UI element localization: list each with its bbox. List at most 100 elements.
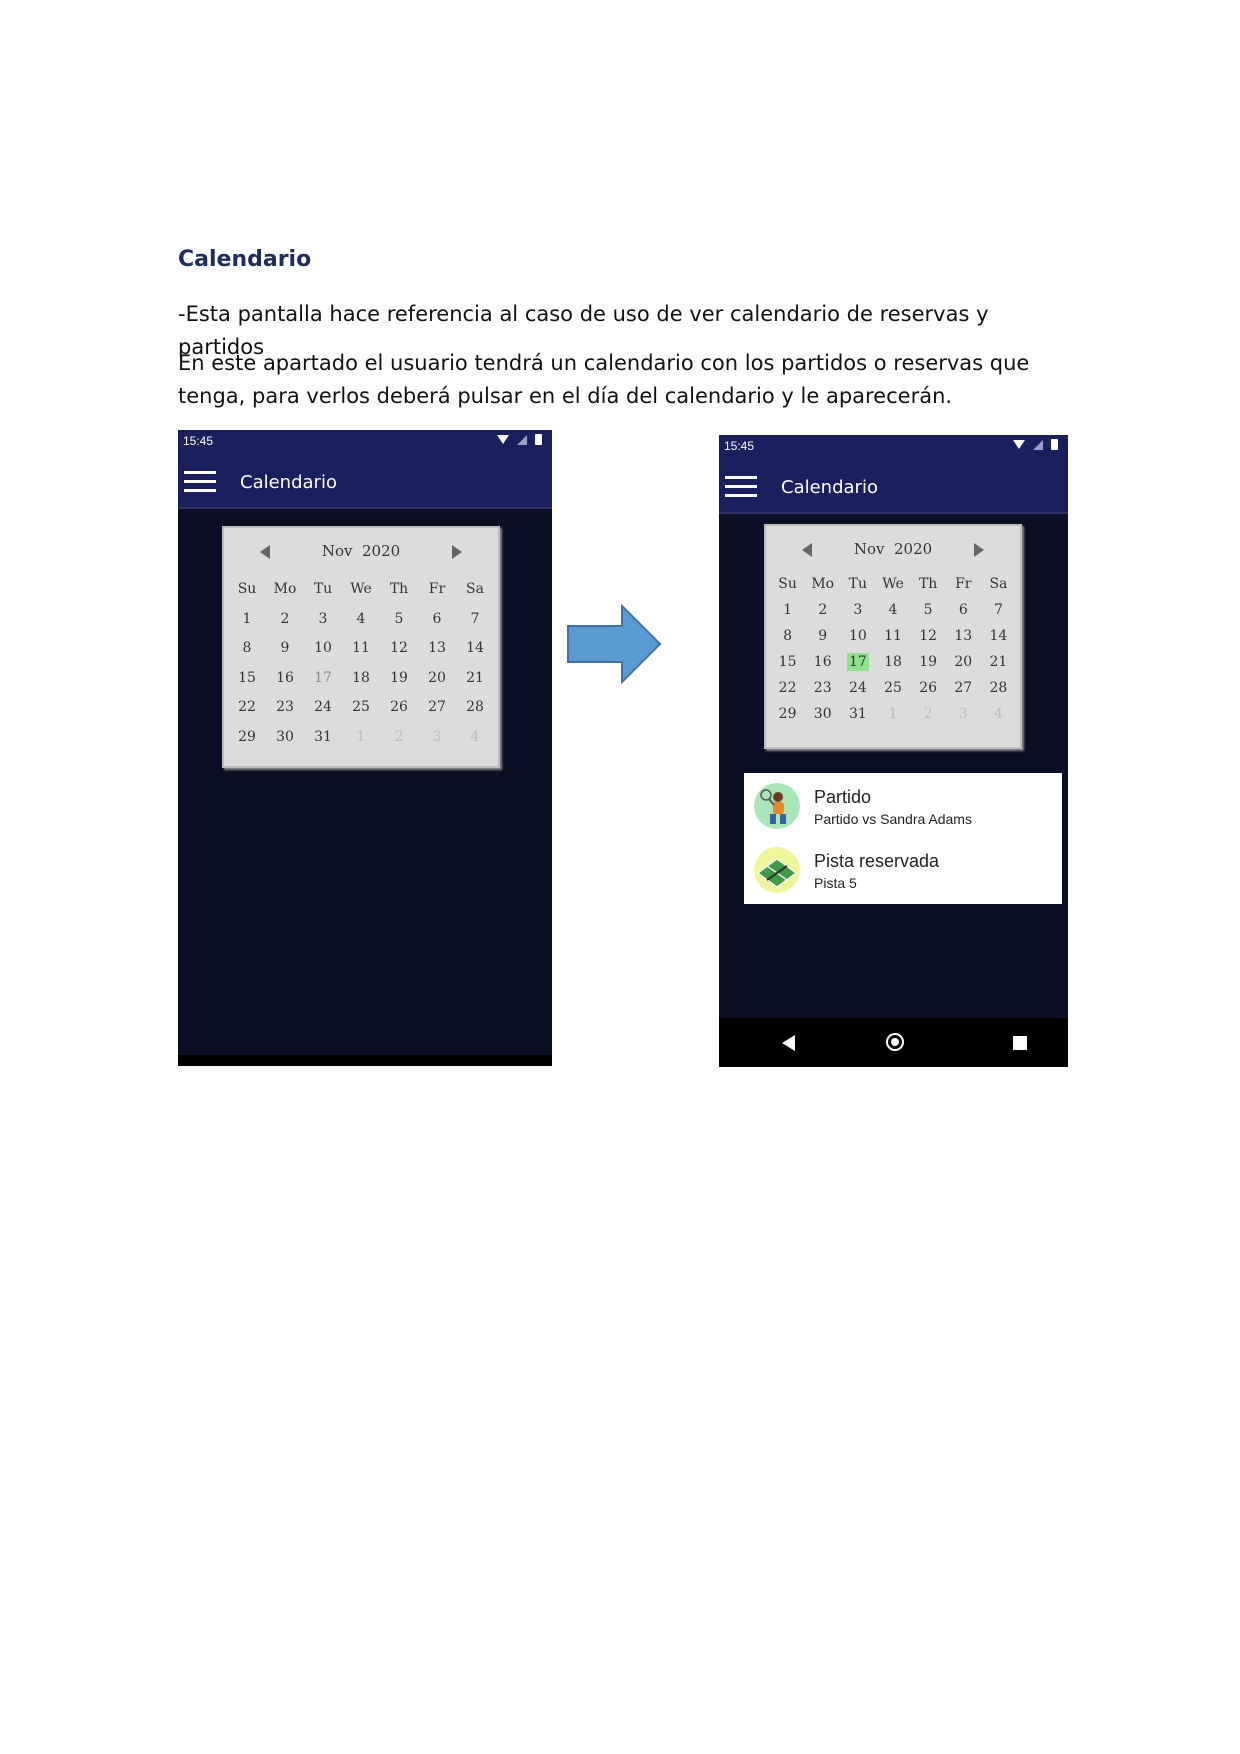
calendar-day[interactable]: 10 <box>840 623 875 649</box>
calendar-day[interactable]: 19 <box>911 649 946 675</box>
calendar-day[interactable]: 31 <box>304 724 342 754</box>
next-month-day: 3 <box>432 728 442 745</box>
calendar-day[interactable]: 6 <box>418 606 456 636</box>
weekday-label: Tu <box>848 576 868 592</box>
calendar-day[interactable]: 23 <box>266 694 304 724</box>
calendar-day[interactable]: 21 <box>456 665 494 695</box>
weekday-label: Fr <box>428 581 446 597</box>
calendar-day[interactable]: 21 <box>981 649 1016 675</box>
calendar-day[interactable]: 26 <box>911 675 946 701</box>
calendar-day[interactable]: 23 <box>805 675 840 701</box>
hamburger-menu-icon[interactable] <box>725 476 757 498</box>
calendar-day[interactable]: 3 <box>304 606 342 636</box>
calendar-day[interactable]: 17 <box>304 665 342 695</box>
app-bar: Calendario <box>719 457 1068 514</box>
android-nav-bar <box>719 1018 1068 1067</box>
calendar-day[interactable]: 22 <box>228 694 266 724</box>
weekday-label: Th <box>389 581 409 597</box>
next-month-day: 2 <box>923 706 933 722</box>
calendar-day[interactable]: 12 <box>380 635 418 665</box>
next-month-day: 2 <box>394 728 404 745</box>
calendar-day[interactable]: 1 <box>770 597 805 623</box>
calendar-day[interactable]: 4 <box>342 606 380 636</box>
calendar-day[interactable]: 13 <box>946 623 981 649</box>
weekday-label: Sa <box>989 576 1008 592</box>
calendar-day[interactable]: 16 <box>266 665 304 695</box>
calendar-day[interactable]: 14 <box>456 635 494 665</box>
hamburger-menu-icon[interactable] <box>184 471 216 493</box>
calendar-day[interactable]: 18 <box>342 665 380 695</box>
event-list-item[interactable]: Partido Partido vs Sandra Adams <box>744 777 1062 839</box>
weekday-label: Mo <box>273 581 297 597</box>
calendar-day[interactable]: 29 <box>228 724 266 754</box>
calendar-day[interactable]: 27 <box>946 675 981 701</box>
calendar-day[interactable]: 14 <box>981 623 1016 649</box>
signal-icon <box>1033 439 1043 450</box>
calendar-day[interactable]: 16 <box>805 649 840 675</box>
calendar-grid: Su Mo Tu We Th Fr Sa 1 2 3 4 5 6 7 8 9 10 11 12 13 14 15 16 17 1… <box>228 576 494 753</box>
transition-arrow-icon <box>567 604 662 684</box>
next-month-icon[interactable] <box>974 543 984 557</box>
calendar-day[interactable]: 5 <box>380 606 418 636</box>
calendar-day[interactable]: 25 <box>875 675 910 701</box>
tennis-court-icon <box>754 847 800 893</box>
back-icon[interactable] <box>782 1035 795 1051</box>
calendar-day[interactable]: 31 <box>840 701 875 727</box>
calendar-day[interactable]: 19 <box>380 665 418 695</box>
calendar-widget: Nov 2020 Su Mo Tu We Th Fr Sa 1 2 3 4 5 6 7 8 9 10 11 12 13… <box>764 524 1022 749</box>
calendar-day[interactable]: 11 <box>342 635 380 665</box>
app-bar: Calendario <box>178 452 552 509</box>
calendar-day[interactable]: 2 <box>805 597 840 623</box>
calendar-day[interactable]: 24 <box>304 694 342 724</box>
calendar-day[interactable]: 25 <box>342 694 380 724</box>
calendar-day[interactable]: 15 <box>228 665 266 695</box>
calendar-header: Nov 2020 <box>766 538 1020 562</box>
calendar-day[interactable]: 7 <box>981 597 1016 623</box>
recent-apps-icon[interactable] <box>1013 1036 1027 1050</box>
calendar-day[interactable]: 20 <box>418 665 456 695</box>
calendar-day[interactable]: 4 <box>875 597 910 623</box>
tennis-player-icon <box>754 783 800 829</box>
bottom-strip <box>178 1055 552 1066</box>
phone-screen-after: 15:45 Calendario Nov 2020 Su Mo Tu We Th Fr Sa… <box>719 435 1068 1067</box>
calendar-day[interactable]: 27 <box>418 694 456 724</box>
calendar-day[interactable]: 30 <box>805 701 840 727</box>
calendar-day[interactable]: 9 <box>805 623 840 649</box>
weekday-label: Su <box>778 576 797 592</box>
calendar-day[interactable]: 30 <box>266 724 304 754</box>
calendar-day[interactable]: 28 <box>981 675 1016 701</box>
calendar-day[interactable]: 8 <box>228 635 266 665</box>
weekday-label: Fr <box>955 576 972 592</box>
calendar-day[interactable]: 15 <box>770 649 805 675</box>
calendar-day[interactable]: 10 <box>304 635 342 665</box>
event-list-item[interactable]: Pista reservada Pista 5 <box>744 841 1062 903</box>
calendar-day[interactable]: 8 <box>770 623 805 649</box>
wifi-icon <box>1013 440 1025 449</box>
calendar-day[interactable]: 24 <box>840 675 875 701</box>
event-subtitle: Partido vs Sandra Adams <box>814 811 972 827</box>
calendar-day[interactable]: 12 <box>911 623 946 649</box>
calendar-day[interactable]: 28 <box>456 694 494 724</box>
calendar-day[interactable]: 18 <box>875 649 910 675</box>
weekday-label: Tu <box>313 581 333 597</box>
calendar-day[interactable]: 29 <box>770 701 805 727</box>
calendar-day[interactable]: 2 <box>266 606 304 636</box>
calendar-day[interactable]: 13 <box>418 635 456 665</box>
calendar-day[interactable]: 3 <box>840 597 875 623</box>
status-time: 15:45 <box>724 439 755 453</box>
calendar-day[interactable]: 9 <box>266 635 304 665</box>
weekday-label: Th <box>918 576 938 592</box>
calendar-day[interactable]: 6 <box>946 597 981 623</box>
status-bar: 15:45 <box>719 435 1068 457</box>
calendar-day[interactable]: 20 <box>946 649 981 675</box>
calendar-day[interactable]: 11 <box>875 623 910 649</box>
weekday-label: Sa <box>466 581 484 597</box>
calendar-day[interactable]: 5 <box>911 597 946 623</box>
calendar-day[interactable]: 1 <box>228 606 266 636</box>
home-icon[interactable] <box>886 1033 904 1051</box>
next-month-icon[interactable] <box>452 545 462 559</box>
calendar-day[interactable]: 22 <box>770 675 805 701</box>
calendar-day[interactable]: 26 <box>380 694 418 724</box>
calendar-day[interactable]: 7 <box>456 606 494 636</box>
calendar-day[interactable]: 17 <box>840 649 875 675</box>
